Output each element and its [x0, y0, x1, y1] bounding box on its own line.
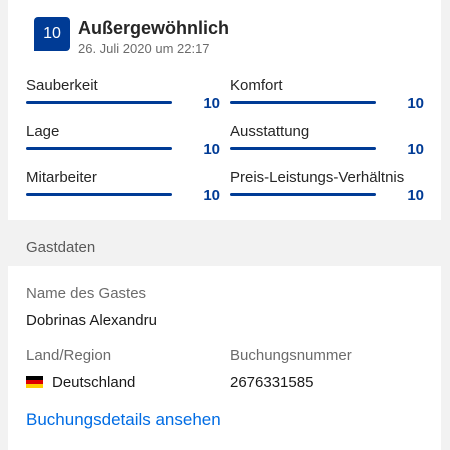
booking-details-link[interactable]: Buchungsdetails ansehen	[26, 410, 221, 430]
category-label: Ausstattung	[230, 123, 310, 140]
booking-number-value: 2676331585	[230, 374, 314, 391]
category-bar	[26, 193, 172, 196]
category-bar-fill	[230, 101, 376, 104]
category-cleanliness: Sauberkeit 10	[26, 77, 220, 117]
category-score: 10	[203, 141, 220, 158]
country-value: Deutschland	[52, 374, 136, 391]
guest-name-value: Dobrinas Alexandru	[26, 312, 157, 329]
category-label: Lage	[26, 123, 60, 140]
category-score: 10	[203, 95, 220, 112]
category-facilities: Ausstattung 10	[230, 123, 424, 163]
category-bar-fill	[26, 147, 172, 150]
guest-name-label: Name des Gastes	[26, 285, 147, 302]
guest-section-title: Gastdaten	[26, 239, 96, 256]
category-comfort: Komfort 10	[230, 77, 424, 117]
category-value-for-money: Preis-Leistungs-Verhältnis 10	[230, 169, 424, 209]
review-rating-word: Außergewöhnlich	[78, 18, 230, 38]
germany-flag-icon	[26, 376, 43, 388]
category-staff: Mitarbeiter 10	[26, 169, 220, 209]
category-bar-fill	[230, 147, 376, 150]
review-score-badge: 10	[34, 17, 70, 51]
country-label: Land/Region	[26, 347, 112, 364]
category-bar-fill	[26, 193, 172, 196]
category-score: 10	[407, 95, 424, 112]
category-score: 10	[203, 187, 220, 204]
category-bar-fill	[26, 101, 172, 104]
category-label: Preis-Leistungs-Verhältnis	[230, 169, 405, 186]
category-label: Sauberkeit	[26, 77, 98, 94]
category-bar-fill	[230, 193, 376, 196]
category-score: 10	[407, 141, 424, 158]
category-score: 10	[407, 187, 424, 204]
category-bar	[26, 101, 172, 104]
booking-number-label: Buchungsnummer	[230, 347, 352, 364]
category-label: Mitarbeiter	[26, 169, 97, 186]
category-bar	[26, 147, 172, 150]
category-bar	[230, 101, 376, 104]
category-bar	[230, 193, 376, 196]
category-location: Lage 10	[26, 123, 220, 163]
review-date: 26. Juli 2020 um 22:17	[78, 41, 210, 56]
category-bar	[230, 147, 376, 150]
flag-stripe-gold	[26, 384, 43, 388]
category-label: Komfort	[230, 77, 283, 94]
